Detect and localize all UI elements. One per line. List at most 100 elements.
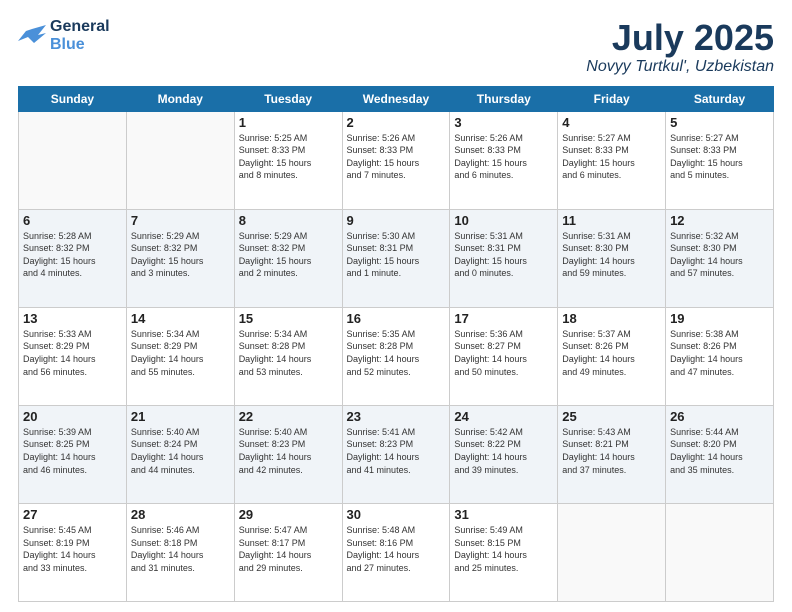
calendar-cell: 3Sunrise: 5:26 AM Sunset: 8:33 PM Daylig… — [450, 111, 558, 209]
calendar-cell: 15 Sunrise: 5:34 AM Sunset: 8:28 PM Dayli… — [234, 307, 342, 405]
page: General Blue July 2025 Novyy Turtkul', U… — [0, 0, 792, 612]
day-info: Sunrise: 5:26 AM Sunset: 8:33 PM Dayligh… — [454, 132, 553, 182]
calendar-week-row: 27Sunrise: 5:45 AM Sunset: 8:19 PM Dayli… — [19, 503, 774, 601]
calendar-cell — [126, 111, 234, 209]
calendar-week-row: 6 Sunrise: 5:28 AM Sunset: 8:32 PM Daylig… — [19, 209, 774, 307]
header: General Blue July 2025 Novyy Turtkul', U… — [18, 18, 774, 76]
month-title: July 2025 — [586, 18, 774, 58]
day-number: 18 — [562, 311, 661, 326]
calendar-cell: 4 Sunrise: 5:27 AM Sunset: 8:33 PM Daylig… — [558, 111, 666, 209]
calendar-cell: 22 Sunrise: 5:40 AM Sunset: 8:23 PM Dayli… — [234, 405, 342, 503]
day-info: Sunrise: 5:46 AM Sunset: 8:18 PM Dayligh… — [131, 524, 230, 574]
calendar-cell: 13 Sunrise: 5:33 AM Sunset: 8:29 PM Dayli… — [19, 307, 127, 405]
day-info: Sunrise: 5:25 AM Sunset: 8:33 PM Dayligh… — [239, 132, 338, 182]
day-number: 30 — [347, 507, 446, 522]
calendar-cell: 24 Sunrise: 5:42 AM Sunset: 8:22 PM Dayli… — [450, 405, 558, 503]
day-info: Sunrise: 5:28 AM Sunset: 8:32 PM Dayligh… — [23, 230, 122, 280]
day-number: 10 — [454, 213, 553, 228]
calendar-header-row: SundayMondayTuesdayWednesdayThursdayFrid… — [19, 86, 774, 111]
day-info: Sunrise: 5:45 AM Sunset: 8:19 PM Dayligh… — [23, 524, 122, 574]
day-number: 24 — [454, 409, 553, 424]
day-header-friday: Friday — [558, 86, 666, 111]
day-number: 8 — [239, 213, 338, 228]
day-info: Sunrise: 5:30 AM Sunset: 8:31 PM Dayligh… — [347, 230, 446, 280]
day-header-tuesday: Tuesday — [234, 86, 342, 111]
day-header-monday: Monday — [126, 86, 234, 111]
day-info: Sunrise: 5:38 AM Sunset: 8:26 PM Dayligh… — [670, 328, 769, 378]
calendar-week-row: 20 Sunrise: 5:39 AM Sunset: 8:25 PM Dayli… — [19, 405, 774, 503]
calendar-cell: 9 Sunrise: 5:30 AM Sunset: 8:31 PM Daylig… — [342, 209, 450, 307]
day-number: 17 — [454, 311, 553, 326]
day-info: Sunrise: 5:33 AM Sunset: 8:29 PM Dayligh… — [23, 328, 122, 378]
day-number: 22 — [239, 409, 338, 424]
day-info: Sunrise: 5:39 AM Sunset: 8:25 PM Dayligh… — [23, 426, 122, 476]
day-number: 13 — [23, 311, 122, 326]
calendar-cell: 31Sunrise: 5:49 AM Sunset: 8:15 PM Dayli… — [450, 503, 558, 601]
day-info: Sunrise: 5:27 AM Sunset: 8:33 PM Dayligh… — [670, 132, 769, 182]
day-header-thursday: Thursday — [450, 86, 558, 111]
logo: General Blue — [18, 18, 110, 53]
day-info: Sunrise: 5:44 AM Sunset: 8:20 PM Dayligh… — [670, 426, 769, 476]
day-info: Sunrise: 5:37 AM Sunset: 8:26 PM Dayligh… — [562, 328, 661, 378]
day-number: 15 — [239, 311, 338, 326]
calendar-cell: 6 Sunrise: 5:28 AM Sunset: 8:32 PM Daylig… — [19, 209, 127, 307]
calendar-cell: 1 Sunrise: 5:25 AM Sunset: 8:33 PM Daylig… — [234, 111, 342, 209]
day-info: Sunrise: 5:42 AM Sunset: 8:22 PM Dayligh… — [454, 426, 553, 476]
calendar-table: SundayMondayTuesdayWednesdayThursdayFrid… — [18, 86, 774, 602]
day-info: Sunrise: 5:34 AM Sunset: 8:28 PM Dayligh… — [239, 328, 338, 378]
day-number: 14 — [131, 311, 230, 326]
calendar-cell: 8Sunrise: 5:29 AM Sunset: 8:32 PM Daylig… — [234, 209, 342, 307]
day-info: Sunrise: 5:48 AM Sunset: 8:16 PM Dayligh… — [347, 524, 446, 574]
day-number: 4 — [562, 115, 661, 130]
day-number: 1 — [239, 115, 338, 130]
day-info: Sunrise: 5:40 AM Sunset: 8:23 PM Dayligh… — [239, 426, 338, 476]
day-number: 9 — [347, 213, 446, 228]
day-info: Sunrise: 5:31 AM Sunset: 8:31 PM Dayligh… — [454, 230, 553, 280]
calendar-cell: 16Sunrise: 5:35 AM Sunset: 8:28 PM Dayli… — [342, 307, 450, 405]
calendar-cell: 27Sunrise: 5:45 AM Sunset: 8:19 PM Dayli… — [19, 503, 127, 601]
calendar-cell: 21 Sunrise: 5:40 AM Sunset: 8:24 PM Dayli… — [126, 405, 234, 503]
calendar-cell: 18 Sunrise: 5:37 AM Sunset: 8:26 PM Dayli… — [558, 307, 666, 405]
calendar-cell — [558, 503, 666, 601]
title-block: July 2025 Novyy Turtkul', Uzbekistan — [586, 18, 774, 76]
calendar-cell: 14 Sunrise: 5:34 AM Sunset: 8:29 PM Dayli… — [126, 307, 234, 405]
calendar-cell — [19, 111, 127, 209]
day-info: Sunrise: 5:47 AM Sunset: 8:17 PM Dayligh… — [239, 524, 338, 574]
day-info: Sunrise: 5:26 AM Sunset: 8:33 PM Dayligh… — [347, 132, 446, 182]
calendar-cell: 12 Sunrise: 5:32 AM Sunset: 8:30 PM Dayli… — [666, 209, 774, 307]
calendar-cell: 25 Sunrise: 5:43 AM Sunset: 8:21 PM Dayli… — [558, 405, 666, 503]
day-header-sunday: Sunday — [19, 86, 127, 111]
day-info: Sunrise: 5:27 AM Sunset: 8:33 PM Dayligh… — [562, 132, 661, 182]
calendar-cell: 10 Sunrise: 5:31 AM Sunset: 8:31 PM Dayli… — [450, 209, 558, 307]
day-header-wednesday: Wednesday — [342, 86, 450, 111]
day-header-saturday: Saturday — [666, 86, 774, 111]
day-number: 5 — [670, 115, 769, 130]
day-info: Sunrise: 5:40 AM Sunset: 8:24 PM Dayligh… — [131, 426, 230, 476]
day-number: 29 — [239, 507, 338, 522]
day-info: Sunrise: 5:36 AM Sunset: 8:27 PM Dayligh… — [454, 328, 553, 378]
day-info: Sunrise: 5:32 AM Sunset: 8:30 PM Dayligh… — [670, 230, 769, 280]
calendar-cell: 7Sunrise: 5:29 AM Sunset: 8:32 PM Daylig… — [126, 209, 234, 307]
day-number: 28 — [131, 507, 230, 522]
day-number: 23 — [347, 409, 446, 424]
calendar-cell: 20 Sunrise: 5:39 AM Sunset: 8:25 PM Dayli… — [19, 405, 127, 503]
calendar-cell — [666, 503, 774, 601]
day-number: 20 — [23, 409, 122, 424]
day-number: 25 — [562, 409, 661, 424]
day-number: 21 — [131, 409, 230, 424]
day-number: 19 — [670, 311, 769, 326]
logo-bird-icon — [18, 25, 46, 47]
day-number: 12 — [670, 213, 769, 228]
day-info: Sunrise: 5:34 AM Sunset: 8:29 PM Dayligh… — [131, 328, 230, 378]
day-info: Sunrise: 5:43 AM Sunset: 8:21 PM Dayligh… — [562, 426, 661, 476]
day-number: 7 — [131, 213, 230, 228]
day-info: Sunrise: 5:41 AM Sunset: 8:23 PM Dayligh… — [347, 426, 446, 476]
day-number: 26 — [670, 409, 769, 424]
calendar-cell: 5 Sunrise: 5:27 AM Sunset: 8:33 PM Daylig… — [666, 111, 774, 209]
location-title: Novyy Turtkul', Uzbekistan — [586, 58, 774, 76]
calendar-week-row: 13 Sunrise: 5:33 AM Sunset: 8:29 PM Dayli… — [19, 307, 774, 405]
day-info: Sunrise: 5:35 AM Sunset: 8:28 PM Dayligh… — [347, 328, 446, 378]
calendar-cell: 30 Sunrise: 5:48 AM Sunset: 8:16 PM Dayli… — [342, 503, 450, 601]
day-info: Sunrise: 5:49 AM Sunset: 8:15 PM Dayligh… — [454, 524, 553, 574]
day-number: 6 — [23, 213, 122, 228]
